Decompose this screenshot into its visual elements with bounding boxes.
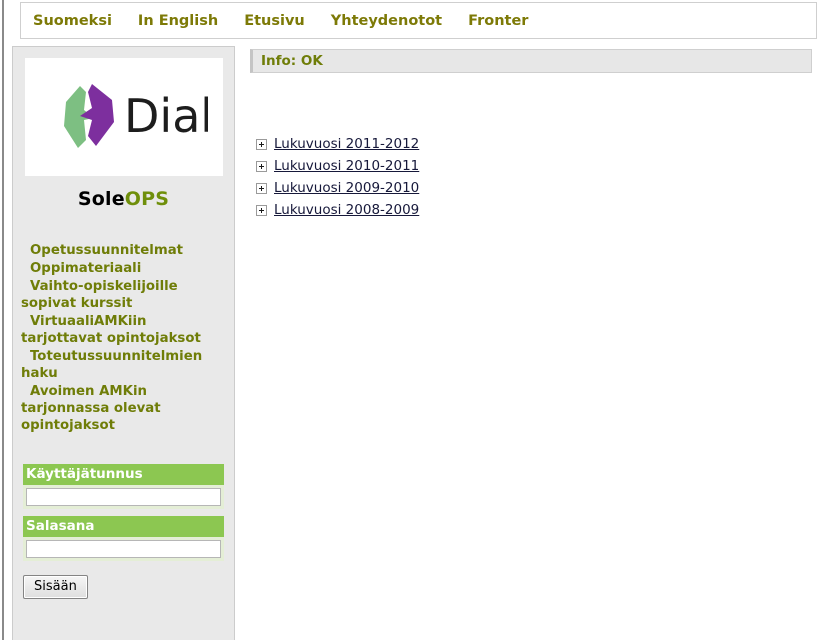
- academic-year-tree: Lukuvuosi 2011-2012 Lukuvuosi 2010-2011 Lu…: [256, 133, 656, 221]
- sidebar-navigation: Opetussuunnitelmat Oppimateriaali Vaihto-o…: [13, 242, 234, 434]
- nav-etusivu[interactable]: Etusivu: [244, 13, 305, 29]
- logo-container: Diak: [24, 58, 223, 176]
- brand-title: SoleOPS: [13, 188, 234, 210]
- tree-link-2[interactable]: Lukuvuosi 2010-2011: [274, 158, 419, 174]
- password-input[interactable]: [26, 540, 221, 558]
- password-field-wrapper: [23, 537, 224, 561]
- sidebar-link-4[interactable]: VirtuaaliAMKiin tarjottavat opintojaksot: [21, 313, 228, 347]
- tree-link-3[interactable]: Lukuvuosi 2009-2010: [274, 180, 419, 196]
- sidebar-panel: Diak SoleOPS OpetussuunnitelmatOppimater…: [12, 46, 235, 640]
- tree-row: Lukuvuosi 2008-2009: [256, 199, 656, 221]
- sidebar-link-1[interactable]: Opetussuunnitelmat: [21, 242, 228, 259]
- tree-row: Lukuvuosi 2010-2011: [256, 155, 656, 177]
- tree-row: Lukuvuosi 2009-2010: [256, 177, 656, 199]
- brand-ops: OPS: [124, 188, 170, 210]
- nav-suomeksi[interactable]: Suomeksi: [33, 13, 112, 29]
- sidebar-link-6[interactable]: Avoimen AMKin tarjonnassa olevat opintoj…: [21, 383, 228, 434]
- submit-row: Sisään: [23, 575, 224, 599]
- plus-box-icon[interactable]: [256, 204, 267, 216]
- diak-logo: Diak: [63, 84, 208, 148]
- login-submit-button[interactable]: Sisään: [23, 575, 88, 599]
- tree-link-1[interactable]: Lukuvuosi 2011-2012: [274, 136, 419, 152]
- svg-text:Diak: Diak: [124, 89, 208, 143]
- nav-yhteydenotot[interactable]: Yhteydenotot: [331, 13, 442, 29]
- nav-fronter[interactable]: Fronter: [468, 13, 528, 29]
- sidebar-link-5[interactable]: Toteutussuunnitelmien haku: [21, 348, 228, 382]
- plus-box-icon[interactable]: [256, 160, 267, 172]
- brand-sole: Sole: [77, 188, 125, 210]
- username-label: Käyttäjätunnus: [23, 464, 224, 485]
- password-label: Salasana: [23, 516, 224, 537]
- tree-row: Lukuvuosi 2011-2012: [256, 133, 656, 155]
- username-field-wrapper: [23, 485, 224, 509]
- login-form: Käyttäjätunnus Salasana Sisään: [13, 464, 234, 599]
- window-left-edge: [2, 0, 4, 640]
- top-navigation-bar: Suomeksi In English Etusivu Yhteydenotot Fro…: [20, 2, 817, 39]
- username-input[interactable]: [26, 488, 221, 506]
- sidebar-link-3[interactable]: Vaihto-opiskelijoille sopivat kurssit: [21, 278, 228, 312]
- info-status-text: Info: OK: [261, 53, 323, 69]
- nav-in-english[interactable]: In English: [138, 13, 218, 29]
- sidebar-link-2[interactable]: Oppimateriaali: [21, 260, 228, 277]
- tree-link-4[interactable]: Lukuvuosi 2008-2009: [274, 202, 419, 218]
- info-status-bar: Info: OK: [250, 49, 812, 73]
- plus-box-icon[interactable]: [256, 138, 267, 150]
- plus-box-icon[interactable]: [256, 182, 267, 194]
